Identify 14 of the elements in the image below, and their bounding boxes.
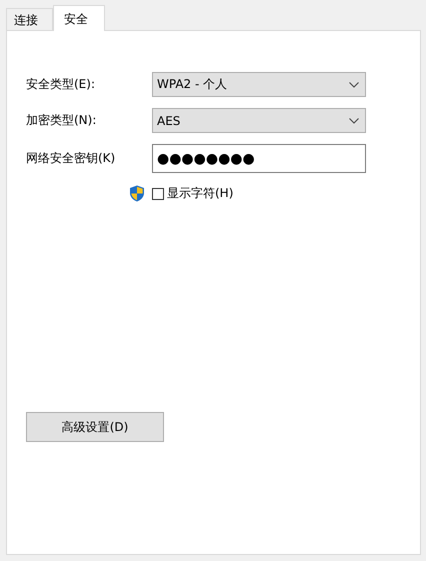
- show-characters-checkbox[interactable]: 显示字符(H): [152, 185, 234, 202]
- dropdown[interactable]: WPA2 - 个人: [152, 72, 366, 97]
- checkbox[interactable]: [152, 188, 164, 200]
- advanced-settings-button[interactable]: 高级设置(D): [26, 412, 164, 442]
- tab[interactable]: 连接: [6, 8, 53, 30]
- password-field[interactable]: ●●●●●●●●: [152, 144, 366, 173]
- field-label: 加密类型(N):: [26, 112, 98, 129]
- chevron-down-icon: [349, 82, 359, 88]
- chevron-down-icon: [349, 118, 359, 124]
- dropdown[interactable]: AES: [152, 108, 366, 133]
- shield-icon: [129, 185, 145, 202]
- field-label: 网络安全密钥(K): [26, 150, 116, 167]
- field-label: 安全类型(E):: [26, 76, 96, 93]
- tab[interactable]: 安全: [53, 5, 105, 31]
